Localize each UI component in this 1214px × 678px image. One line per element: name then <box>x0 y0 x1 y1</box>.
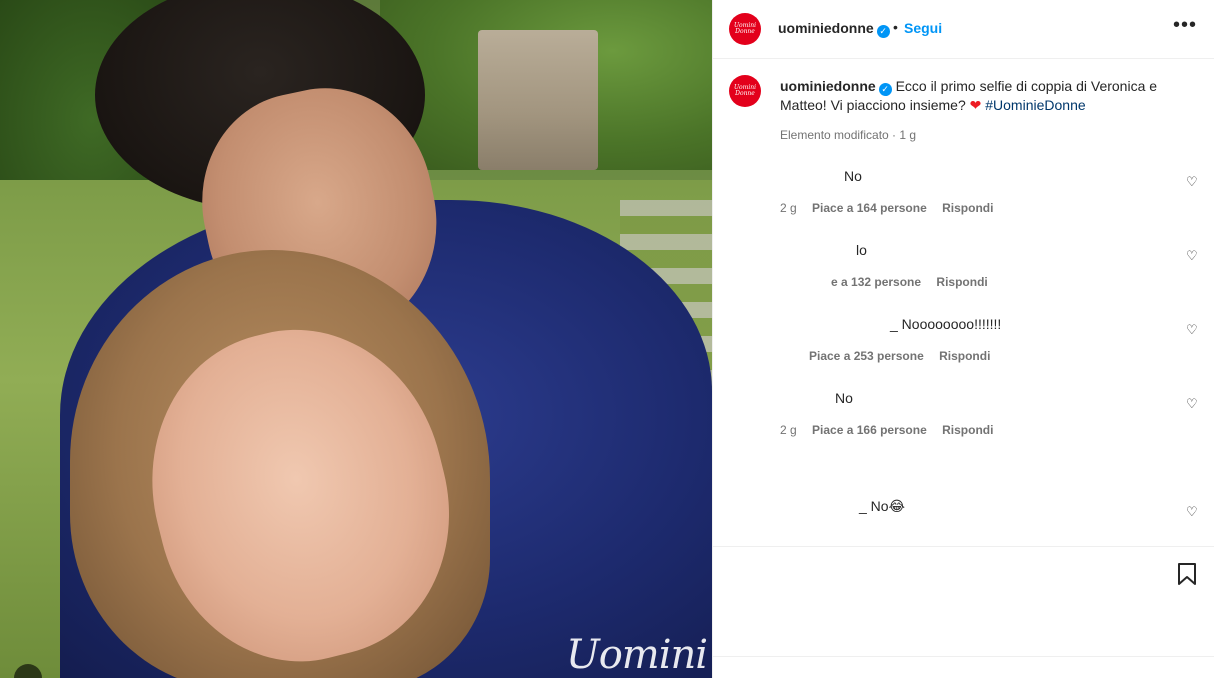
comment-likes[interactable]: e a 132 persone <box>831 275 921 289</box>
comment-meta: e a 132 persone Rispondi <box>831 275 1000 289</box>
heart-outline-icon[interactable]: ♡ <box>1186 322 1198 338</box>
post-photo: Uomini <box>0 0 712 678</box>
comment-input-bar[interactable] <box>713 656 1214 678</box>
comment-item: No 2 g Piace a 164 persone Rispondi ♡ <box>713 160 1214 234</box>
comment-text: No <box>835 390 853 406</box>
heart-emoji: ❤ <box>969 97 982 113</box>
comment-text: lo <box>856 242 867 258</box>
comment-reply-button[interactable]: Rispondi <box>936 275 987 289</box>
more-options-icon[interactable]: ••• <box>1173 14 1197 37</box>
separator-dot: • <box>893 19 898 35</box>
comment-text: No <box>844 168 862 184</box>
comment-text: _ Noooooooo!!!!!!! <box>890 316 1002 332</box>
heart-outline-icon[interactable]: ♡ <box>1186 504 1198 520</box>
account-name[interactable]: uominiedonne ✓ <box>778 20 890 38</box>
caption-account-name[interactable]: uominiedonne <box>780 78 876 94</box>
comment-likes[interactable]: Piace a 253 persone <box>809 349 924 363</box>
comment-age: 2 g <box>780 423 797 437</box>
post-actions-bar <box>713 546 1214 656</box>
comment-item: lo e a 132 persone Rispondi ♡ <box>713 234 1214 308</box>
comment-age: 2 g <box>780 201 797 215</box>
comment-item: No 2 g Piace a 166 persone Rispondi ♡ <box>713 382 1214 456</box>
comment-item: _ Noooooooo!!!!!!! Piace a 253 persone R… <box>713 308 1214 382</box>
comment-meta: 2 g Piace a 166 persone Rispondi <box>780 423 1005 437</box>
caption-text: uominiedonne ✓ Ecco il primo selfie di co… <box>780 77 1180 114</box>
caption-avatar[interactable]: Uomini Donne <box>729 75 761 107</box>
comment-likes[interactable]: Piace a 164 persone <box>812 201 927 215</box>
post-side-panel: Uomini Donne uominiedonne ✓ • Segui ••• U… <box>712 0 1214 678</box>
comment-reply-button[interactable]: Rispondi <box>942 423 993 437</box>
comment-meta: Piace a 253 persone Rispondi <box>809 349 1002 363</box>
bookmark-icon[interactable] <box>1176 562 1198 586</box>
photo-watermark: Uomini <box>566 632 708 678</box>
post-header: Uomini Donne uominiedonne ✓ • Segui ••• <box>713 0 1214 59</box>
heart-outline-icon[interactable]: ♡ <box>1186 174 1198 190</box>
verified-badge-icon: ✓ <box>876 25 890 38</box>
comment-reply-button[interactable]: Rispondi <box>942 201 993 215</box>
comment-likes[interactable]: Piace a 166 persone <box>812 423 927 437</box>
heart-outline-icon[interactable]: ♡ <box>1186 248 1198 264</box>
avatar-text: Uomini Donne <box>733 22 757 35</box>
caption-hashtag[interactable]: #UominieDonne <box>985 97 1085 113</box>
follow-button[interactable]: Segui <box>904 20 942 36</box>
heart-outline-icon[interactable]: ♡ <box>1186 396 1198 412</box>
comment-text: _ No😂 <box>859 498 905 514</box>
comment-reply-button[interactable]: Rispondi <box>939 349 990 363</box>
comment-meta: 2 g Piace a 164 persone Rispondi <box>780 201 1005 215</box>
photo-stone-grill <box>478 30 598 170</box>
verified-badge-icon: ✓ <box>878 83 892 96</box>
avatar[interactable]: Uomini Donne <box>729 13 761 45</box>
caption-avatar-text: Uomini Donne <box>733 84 757 97</box>
caption-meta: Elemento modificato · 1 g <box>780 128 917 142</box>
